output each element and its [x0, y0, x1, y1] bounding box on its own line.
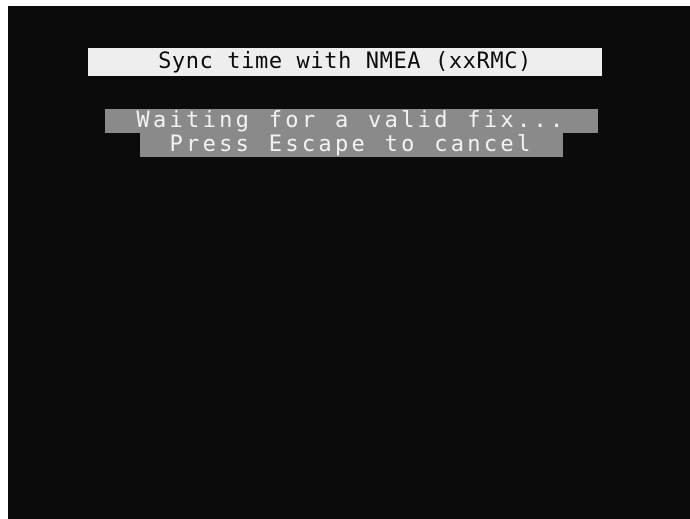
waiting-status-message: Waiting for a valid fix... — [105, 109, 598, 133]
dialog-title: Sync time with NMEA (xxRMC) — [88, 48, 602, 76]
terminal-screen: Sync time with NMEA (xxRMC) Waiting for … — [8, 6, 690, 519]
cancel-hint: Press Escape to cancel — [140, 133, 563, 157]
